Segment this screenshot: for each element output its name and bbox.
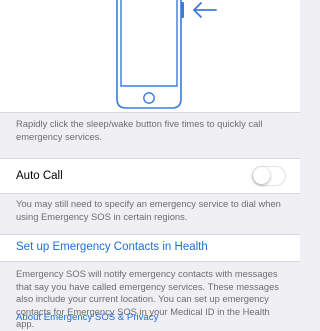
phone-outline-icon <box>116 0 184 109</box>
sos-illustration <box>0 0 300 113</box>
emergency-contacts-row[interactable]: Set up Emergency Contacts in Health <box>0 234 300 262</box>
setup-emergency-contacts-link[interactable]: Set up Emergency Contacts in Health <box>16 241 208 253</box>
arrow-left-icon <box>193 2 217 18</box>
auto-call-label: Auto Call <box>16 170 63 182</box>
auto-call-note: You may still need to specify an emergen… <box>16 198 281 222</box>
auto-call-toggle[interactable] <box>252 166 286 186</box>
auto-call-row: Auto Call <box>0 158 300 194</box>
about-sos-privacy-link[interactable]: About Emergency SOS & Privacy <box>16 312 158 323</box>
toggle-knob <box>253 167 270 184</box>
rapid-click-instructions: Rapidly click the sleep/wake button five… <box>16 118 263 142</box>
